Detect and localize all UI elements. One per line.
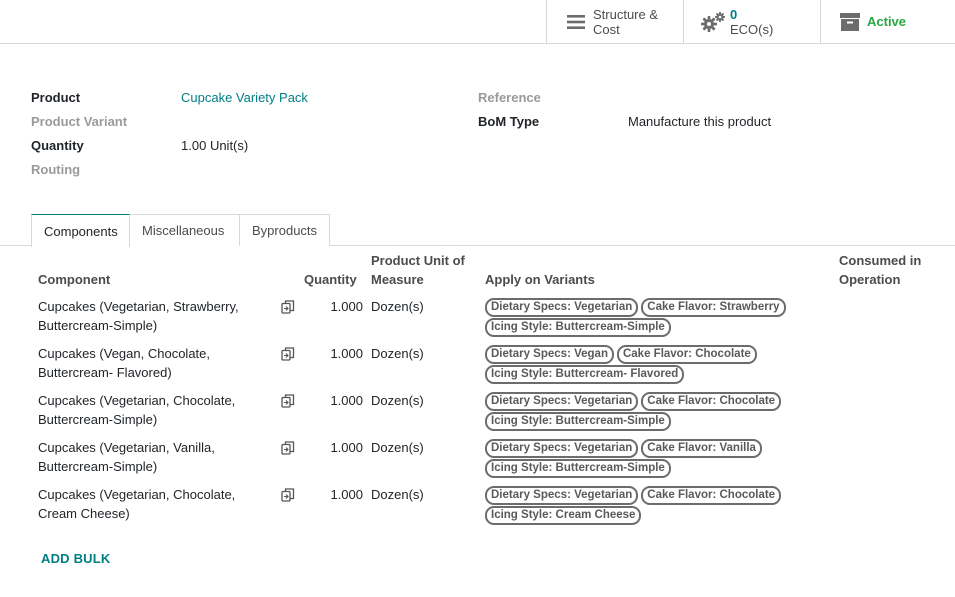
variant-tag: Cake Flavor: Chocolate	[641, 486, 782, 505]
column-header-uom[interactable]: Product Unit of Measure	[371, 251, 465, 289]
copy-icon[interactable]	[281, 300, 295, 314]
quantity-unit: Unit(s)	[209, 138, 249, 153]
reference-label: Reference	[478, 90, 541, 105]
product-variant-label: Product Variant	[31, 114, 128, 129]
structure-cost-button[interactable]: Structure & Cost	[546, 0, 683, 43]
component-name-line1: Cupcakes (Vegetarian, Strawberry,	[38, 299, 239, 314]
component-name-line1: Cupcakes (Vegetarian, Chocolate,	[38, 487, 236, 502]
bom-type-label: BoM Type	[478, 114, 540, 129]
copy-icon[interactable]	[281, 347, 295, 361]
variant-tags[interactable]: Dietary Specs: Vegan Cake Flavor: Chocola…	[485, 345, 815, 384]
component-name-line2: Buttercream- Flavored)	[38, 365, 172, 380]
variant-tags[interactable]: Dietary Specs: Vegetarian Cake Flavor: Ch…	[485, 392, 815, 431]
structure-cost-label-2: Cost	[593, 21, 620, 37]
component-quantity[interactable]: 1.000	[300, 297, 363, 316]
tab-byproducts[interactable]: Byproducts	[240, 214, 330, 246]
smart-button-box: Structure & Cost 0 ECO(s) Active	[0, 0, 955, 44]
component-name[interactable]: Cupcakes (Vegan, Chocolate, Buttercream- …	[38, 344, 268, 382]
variant-tag: Icing Style: Buttercream-Simple	[485, 412, 671, 431]
component-name-line1: Cupcakes (Vegetarian, Chocolate,	[38, 393, 236, 408]
component-name[interactable]: Cupcakes (Vegetarian, Chocolate, Buttercr…	[38, 391, 268, 429]
variant-tag: Cake Flavor: Vanilla	[641, 439, 762, 458]
variant-tag: Dietary Specs: Vegetarian	[485, 298, 639, 317]
copy-icon[interactable]	[281, 394, 295, 408]
structure-cost-label-1: Structure &	[593, 6, 659, 22]
quantity-field[interactable]: 1.00 Unit(s)	[181, 138, 248, 153]
table-row[interactable]: Cupcakes (Vegetarian, Vanilla, Buttercrea…	[0, 438, 955, 485]
component-name-line1: Cupcakes (Vegetarian, Vanilla,	[38, 440, 215, 455]
column-header-component[interactable]: Component	[38, 270, 110, 289]
tab-components[interactable]: Components	[31, 214, 130, 247]
eco-button[interactable]: 0 ECO(s)	[683, 0, 820, 43]
component-uom[interactable]: Dozen(s)	[371, 344, 424, 363]
copy-icon[interactable]	[281, 441, 295, 455]
column-header-uom-line1: Product Unit of	[371, 253, 465, 268]
component-quantity[interactable]: 1.000	[300, 438, 363, 457]
table-row[interactable]: Cupcakes (Vegetarian, Strawberry, Butterc…	[0, 297, 955, 344]
quantity-label: Quantity	[31, 138, 84, 153]
component-name-line2: Buttercream-Simple)	[38, 459, 158, 474]
bars-icon	[559, 14, 593, 30]
component-name[interactable]: Cupcakes (Vegetarian, Chocolate, Cream Ch…	[38, 485, 268, 523]
active-toggle-button[interactable]: Active	[820, 0, 955, 43]
component-uom[interactable]: Dozen(s)	[371, 391, 424, 410]
notebook-tabs: Components Miscellaneous Byproducts	[0, 214, 955, 247]
column-header-quantity[interactable]: Quantity	[304, 270, 357, 289]
product-link[interactable]: Cupcake Variety Pack	[181, 90, 308, 105]
table-row[interactable]: Cupcakes (Vegetarian, Chocolate, Buttercr…	[0, 391, 955, 438]
component-name-line2: Buttercream-Simple)	[38, 318, 158, 333]
routing-label: Routing	[31, 162, 81, 177]
gears-icon	[696, 11, 730, 33]
component-uom[interactable]: Dozen(s)	[371, 297, 424, 316]
variant-tag: Cake Flavor: Chocolate	[616, 345, 757, 364]
variant-tags[interactable]: Dietary Specs: Vegetarian Cake Flavor: Va…	[485, 439, 815, 478]
copy-icon[interactable]	[281, 488, 295, 502]
bom-type-value[interactable]: Manufacture this product	[628, 114, 771, 129]
variant-tag: Icing Style: Buttercream-Simple	[485, 318, 671, 337]
component-name-line1: Cupcakes (Vegan, Chocolate,	[38, 346, 210, 361]
table-row[interactable]: Cupcakes (Vegetarian, Chocolate, Cream Ch…	[0, 485, 955, 532]
variant-tags[interactable]: Dietary Specs: Vegetarian Cake Flavor: Ch…	[485, 486, 815, 525]
product-label: Product	[31, 90, 81, 105]
component-uom[interactable]: Dozen(s)	[371, 438, 424, 457]
column-header-consumed-line2: Operation	[839, 272, 901, 287]
active-label: Active	[867, 14, 907, 29]
column-header-uom-line2: Measure	[371, 272, 424, 287]
component-name-line2: Cream Cheese)	[38, 506, 130, 521]
column-header-consumed[interactable]: Consumed in Operation	[839, 251, 921, 289]
variant-tag: Cake Flavor: Chocolate	[641, 392, 782, 411]
variant-tag: Dietary Specs: Vegetarian	[485, 439, 639, 458]
table-row[interactable]: Cupcakes (Vegan, Chocolate, Buttercream- …	[0, 344, 955, 391]
component-name-line2: Buttercream-Simple)	[38, 412, 158, 427]
variant-tag: Cake Flavor: Strawberry	[641, 298, 786, 317]
variant-tag: Dietary Specs: Vegetarian	[485, 486, 639, 505]
eco-count: 0	[730, 6, 738, 22]
column-header-variants[interactable]: Apply on Variants	[485, 270, 595, 289]
tab-miscellaneous[interactable]: Miscellaneous	[130, 214, 240, 246]
variant-tag: Icing Style: Cream Cheese	[485, 506, 642, 525]
variant-tag: Icing Style: Buttercream-Simple	[485, 459, 671, 478]
component-name[interactable]: Cupcakes (Vegetarian, Vanilla, Buttercrea…	[38, 438, 268, 476]
eco-label: ECO(s)	[730, 21, 774, 37]
component-quantity[interactable]: 1.000	[300, 391, 363, 410]
variant-tag: Dietary Specs: Vegetarian	[485, 392, 639, 411]
column-header-consumed-line1: Consumed in	[839, 253, 922, 268]
archive-icon	[833, 12, 867, 31]
variant-tag: Dietary Specs: Vegan	[485, 345, 614, 364]
quantity-value: 1.00	[181, 138, 207, 153]
component-name[interactable]: Cupcakes (Vegetarian, Strawberry, Butterc…	[38, 297, 268, 335]
component-quantity[interactable]: 1.000	[300, 344, 363, 363]
variant-tags[interactable]: Dietary Specs: Vegetarian Cake Flavor: St…	[485, 298, 815, 337]
component-quantity[interactable]: 1.000	[300, 485, 363, 504]
variant-tag: Icing Style: Buttercream- Flavored	[485, 365, 685, 384]
component-uom[interactable]: Dozen(s)	[371, 485, 424, 504]
add-bulk-button[interactable]: ADD BULK	[41, 551, 110, 566]
